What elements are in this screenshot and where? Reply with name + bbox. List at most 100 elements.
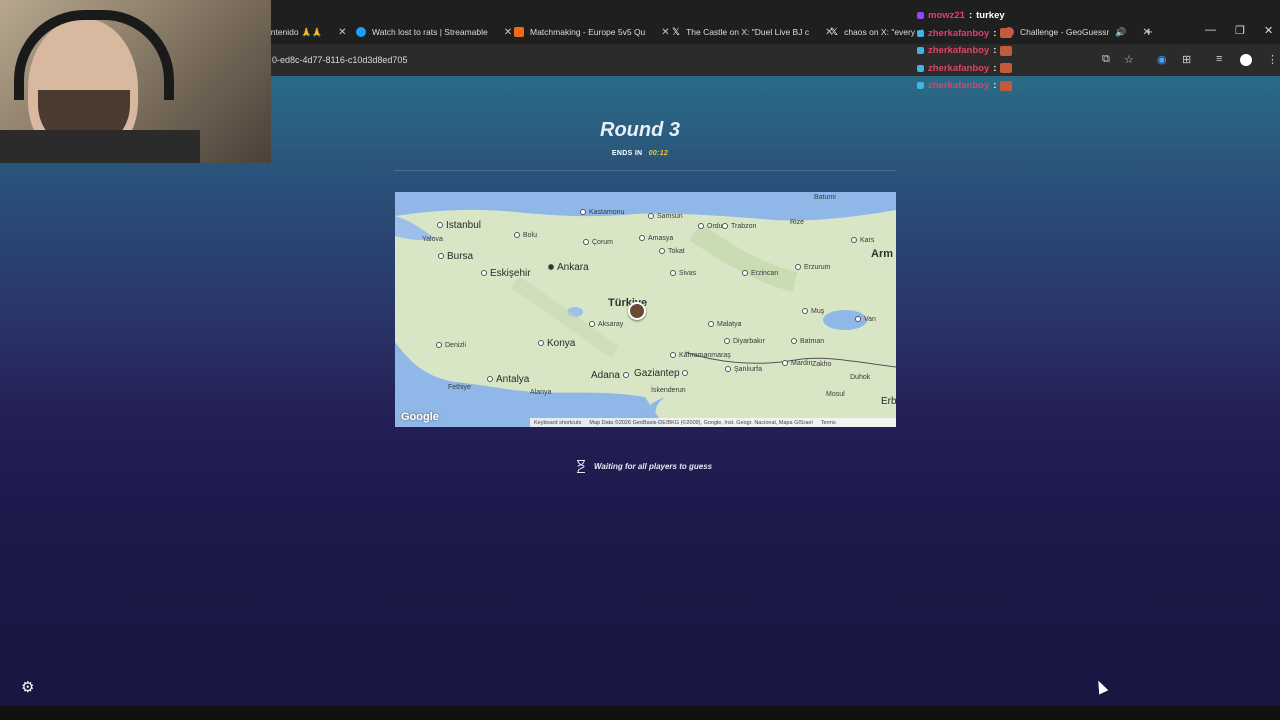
map-city-label: Batumi xyxy=(814,194,836,201)
tab-label: chaos on X: "every si xyxy=(844,27,924,37)
map-city-label: Şanlıurfa xyxy=(725,366,762,373)
city-marker-icon xyxy=(722,223,728,230)
map-city-label: Rize xyxy=(790,219,805,226)
x-favicon-icon: 𝕏 xyxy=(830,26,839,38)
url-text[interactable]: 0-ed8c-4d77-8116-c10d3d8ed705 xyxy=(272,55,407,65)
streamer-shirt xyxy=(0,130,200,163)
map-city-label: Denizli xyxy=(436,342,466,349)
map-city-label: Muş xyxy=(802,308,824,315)
webcam-overlay xyxy=(0,0,271,163)
profile-avatar[interactable] xyxy=(1240,54,1252,66)
map-city-label: Bursa xyxy=(438,251,473,262)
map-city-label: Zakho xyxy=(812,361,832,368)
waiting-text: Waiting for all players to guess xyxy=(594,462,713,471)
city-marker-icon xyxy=(791,338,797,345)
chat-emote-icon xyxy=(1000,45,1013,56)
map-country-label: Arm xyxy=(871,248,894,260)
map-city-label: Bolu xyxy=(514,232,537,239)
map-attribution: Keyboard shortcuts Map Data ©2026 GeoBas… xyxy=(530,418,896,427)
settings-gear-icon[interactable]: ⚙ xyxy=(21,680,37,696)
speaker-icon: 🔊 xyxy=(1115,26,1127,37)
chat-line: mowz21: turkey xyxy=(917,7,1047,25)
map-city-label: Yalova xyxy=(422,236,443,243)
map-city-label: İskenderun xyxy=(651,387,686,394)
city-marker-icon xyxy=(648,213,654,220)
media-controls-icon[interactable]: ≡ xyxy=(1216,53,1222,65)
city-marker-icon xyxy=(659,248,665,255)
ends-in-label: ENDS IN xyxy=(611,150,643,157)
city-marker-icon xyxy=(538,340,544,347)
city-marker-icon xyxy=(795,264,801,271)
city-marker-icon xyxy=(580,209,586,216)
map-city-label: Adana xyxy=(591,370,632,381)
close-icon[interactable]: ✕ xyxy=(661,27,669,38)
extension-icon[interactable]: ◉ xyxy=(1157,53,1167,66)
tab-streamable[interactable]: Watch lost to rats | Streamable ✕ xyxy=(356,22,512,42)
chat-emote-icon xyxy=(1000,63,1013,74)
stream-chat-overlay: mowz21: turkey zherkafanboy: zherkafanbo… xyxy=(917,0,1047,95)
tab-label: Matchmaking - Europe 5v5 Qu xyxy=(530,27,646,37)
bookmark-star-icon[interactable]: ☆ xyxy=(1124,53,1134,66)
keyboard-shortcuts-link[interactable]: Keyboard shortcuts xyxy=(534,420,581,426)
close-icon[interactable]: ✕ xyxy=(338,27,346,38)
tab-chaos[interactable]: 𝕏 chaos on X: "every si xyxy=(830,22,924,42)
tab-matchmaking[interactable]: Matchmaking - Europe 5v5 Qu ✕ xyxy=(514,22,670,42)
map-city-label: Samsun xyxy=(648,213,683,220)
map-city-label: Erzurum xyxy=(795,264,830,271)
map-city-label: Erb xyxy=(881,396,897,407)
map-city-label: Tokat xyxy=(659,248,685,255)
chat-line: zherkafanboy: xyxy=(917,25,1047,43)
map-city-label: Konya xyxy=(538,338,575,349)
map-city-label: Antalya xyxy=(487,374,529,385)
map-city-label: Ankara xyxy=(548,262,589,273)
player-guess-avatar-pin[interactable] xyxy=(628,302,646,320)
map-city-label: Malatya xyxy=(708,321,742,328)
city-marker-icon xyxy=(514,232,520,239)
city-marker-icon xyxy=(725,366,731,373)
chat-username: zherkafanboy xyxy=(928,62,990,74)
tab-ontenido[interactable]: ontenido 🙏🙏 ✕ xyxy=(266,22,347,42)
city-marker-icon xyxy=(670,352,676,359)
chat-emote-icon xyxy=(1000,80,1013,91)
map-city-label: Kars xyxy=(851,237,874,244)
chat-line: zherkafanboy: xyxy=(917,60,1047,78)
install-app-icon[interactable]: ⧉ xyxy=(1102,53,1110,66)
city-marker-icon xyxy=(802,308,808,315)
extensions-puzzle-icon[interactable]: ⊞ xyxy=(1182,53,1191,66)
city-marker-icon xyxy=(639,235,645,242)
chat-emote-icon xyxy=(1000,28,1013,39)
map-city-label: Ordu xyxy=(698,223,723,230)
map-city-label: Kahramanmaraş xyxy=(670,352,731,359)
city-marker-icon xyxy=(589,321,595,328)
window-close-icon[interactable]: ✕ xyxy=(1264,24,1273,37)
chat-message: turkey xyxy=(976,10,1005,22)
faceit-favicon-icon xyxy=(514,27,524,37)
map-city-label: Kastamonu xyxy=(580,209,624,216)
city-marker-icon xyxy=(855,316,861,323)
chat-badge-icon xyxy=(917,12,924,20)
tab-the-castle[interactable]: 𝕏 The Castle on X: "Duel Live BJ c ✕ xyxy=(672,22,833,42)
map-data-credit: Map Data ©2026 GeoBasis-DE/BKG (©2009), … xyxy=(589,419,813,426)
map-city-label: Amasya xyxy=(639,235,673,242)
city-marker-icon xyxy=(742,270,748,277)
chat-badge-icon xyxy=(917,82,924,90)
streamable-favicon-icon xyxy=(356,27,366,37)
minimize-icon[interactable]: — xyxy=(1205,24,1216,36)
map-city-label: Çorum xyxy=(583,239,613,246)
menu-kebab-icon[interactable]: ⋮ xyxy=(1267,53,1278,66)
city-marker-icon xyxy=(851,237,857,244)
city-marker-icon xyxy=(622,372,629,379)
close-icon[interactable]: ✕ xyxy=(504,27,512,38)
chat-username: zherkafanboy xyxy=(928,27,990,39)
terms-link[interactable]: Terms xyxy=(821,420,836,426)
city-marker-icon xyxy=(438,253,444,260)
chat-username: zherkafanboy xyxy=(928,80,990,92)
chat-badge-icon xyxy=(917,29,924,37)
restore-icon[interactable]: ❐ xyxy=(1235,24,1245,37)
hourglass-icon xyxy=(577,460,585,473)
new-tab-button[interactable]: + xyxy=(1145,24,1153,39)
map-city-label: Aksaray xyxy=(589,321,623,328)
city-marker-icon xyxy=(583,239,589,246)
capital-marker-icon xyxy=(548,264,554,271)
tab-label: The Castle on X: "Duel Live BJ c xyxy=(686,27,810,37)
